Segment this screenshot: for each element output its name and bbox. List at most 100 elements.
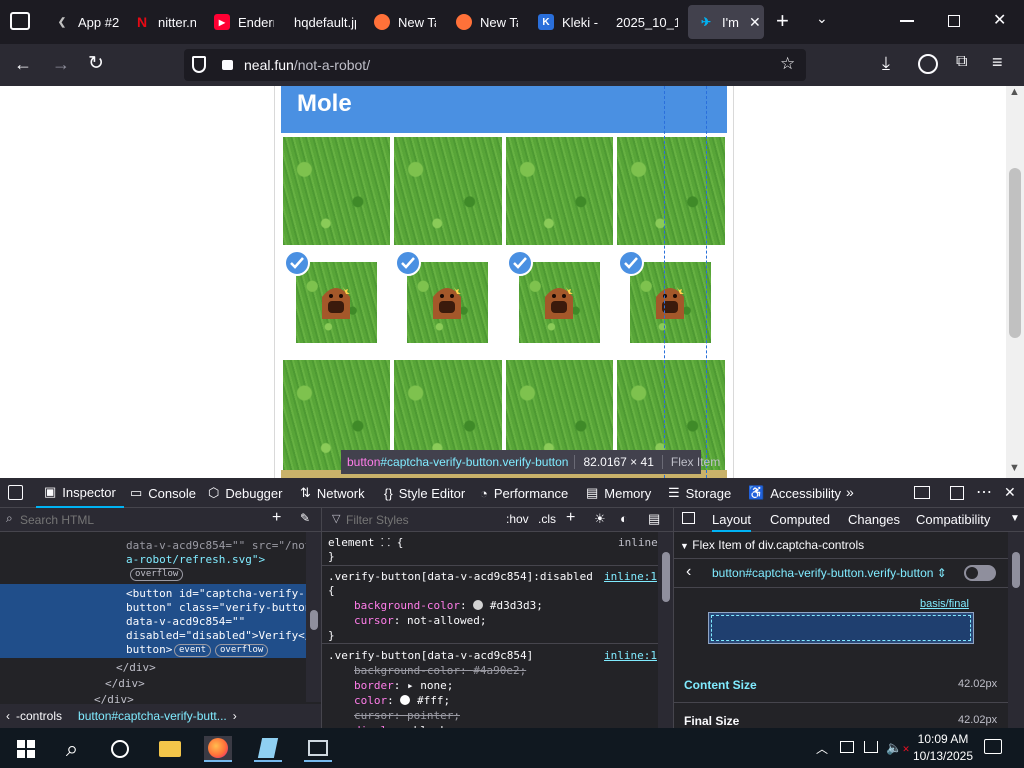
color-swatch-icon[interactable]	[473, 600, 484, 610]
add-node-icon[interactable]: +	[272, 509, 281, 527]
sidebar-scrollbar[interactable]	[1008, 532, 1024, 728]
downloads-icon[interactable]: ⤓	[882, 53, 890, 74]
markup-line[interactable]: data-v-acd9c854=""	[126, 615, 245, 629]
app-taskbar-icon[interactable]	[254, 736, 282, 762]
network-tray-icon[interactable]	[864, 741, 878, 753]
color-swatch-icon[interactable]	[400, 695, 411, 705]
file-explorer-icon[interactable]	[156, 736, 184, 762]
reload-icon[interactable]: ↻	[88, 52, 104, 75]
url-bar[interactable]: neal.fun/not-a-robot/ ☆	[184, 49, 806, 81]
bookmark-star-icon[interactable]: ☆	[780, 54, 795, 74]
close-window-button[interactable]: ✕	[993, 10, 1006, 30]
tab-item[interactable]: New Ta	[370, 5, 436, 39]
markup-line[interactable]: </div>	[116, 661, 156, 675]
scrollbar-thumb[interactable]	[662, 552, 670, 602]
element-picker-icon[interactable]	[8, 485, 23, 500]
flex-selector[interactable]: button#captcha-verify-button.verify-butt…	[712, 566, 947, 580]
tray-chevron-icon[interactable]: ︿	[816, 740, 828, 757]
sidebar-overflow-chevron-icon[interactable]: ▼	[1010, 513, 1020, 524]
tab-item[interactable]: N nitter.n	[130, 5, 196, 39]
clock[interactable]: 10:09 AM 10/13/2025	[910, 731, 976, 765]
captcha-tile[interactable]	[283, 137, 390, 245]
markup-line[interactable]: data-v-acd9c854="" src="/not-	[126, 539, 318, 553]
extensions-icon[interactable]: ⧉	[956, 53, 967, 71]
scrollbar-thumb[interactable]	[1009, 168, 1021, 338]
dock-side-icon[interactable]	[950, 486, 964, 500]
hov-button[interactable]: :hov	[506, 512, 529, 526]
scrollbar-thumb[interactable]	[310, 610, 318, 630]
badge-overflow[interactable]: overflow	[215, 644, 269, 657]
add-rule-icon[interactable]: +	[566, 509, 575, 527]
breadcrumb-item[interactable]: button#captcha-verify-butt...	[78, 709, 227, 723]
markup-scrollbar[interactable]	[306, 532, 321, 702]
back-arrow-icon[interactable]: ←	[14, 54, 32, 75]
tab-list-chevron-icon[interactable]: ⌄	[816, 10, 828, 27]
tab-memory[interactable]: ▤ Memory	[586, 478, 651, 508]
tab-changes[interactable]: Changes	[848, 512, 900, 527]
rule-selector[interactable]: element	[328, 536, 374, 549]
declaration[interactable]: cursor: not-allowed;	[354, 613, 486, 628]
tab-inspector[interactable]: ▣ Inspector	[36, 478, 124, 508]
markup-line[interactable]: <button id="captcha-verify-	[126, 587, 305, 601]
lock-icon[interactable]	[222, 60, 233, 70]
search-icon[interactable]: ⌕	[58, 736, 86, 762]
rule-source[interactable]: inline:1	[604, 569, 657, 584]
declaration-overridden[interactable]: cursor: pointer;	[354, 708, 460, 723]
page-scrollbar[interactable]: ▲ ▼	[1006, 86, 1024, 478]
firefox-view-icon[interactable]	[10, 12, 30, 30]
tracking-shield-icon[interactable]	[192, 56, 206, 73]
declaration[interactable]: border: ▸ none;	[354, 678, 453, 693]
scroll-down-arrow-icon[interactable]: ▼	[1009, 462, 1020, 474]
badge-overflow[interactable]: overflow	[130, 568, 184, 581]
tab-console[interactable]: ▭ Console	[130, 478, 196, 508]
eyedropper-icon[interactable]: ✎	[300, 511, 310, 525]
badge-event[interactable]: event	[174, 644, 212, 657]
rule-source[interactable]: inline:1	[604, 648, 657, 663]
maximize-button[interactable]	[948, 15, 960, 27]
responsive-design-icon[interactable]	[914, 486, 930, 499]
menu-icon[interactable]: ≡	[992, 52, 1003, 73]
markup-line[interactable]: button" class="verify-button"	[126, 601, 318, 615]
breadcrumb-back-icon[interactable]: ‹	[0, 709, 16, 723]
tab-layout[interactable]: Layout	[712, 512, 752, 532]
tab-item[interactable]: New Ta	[452, 5, 518, 39]
tab-storage[interactable]: ☰ Storage	[668, 478, 731, 508]
tab-item[interactable]: 2025_10_1	[612, 5, 678, 39]
notifications-icon[interactable]	[984, 739, 1002, 754]
task-view-icon[interactable]	[106, 736, 134, 762]
tab-compatibility[interactable]: Compatibility	[916, 512, 990, 527]
app-taskbar-icon[interactable]	[304, 736, 332, 762]
firefox-taskbar-icon[interactable]	[204, 736, 232, 762]
windows-start-icon[interactable]	[12, 736, 40, 762]
volume-muted-icon[interactable]: 🔈✕	[886, 740, 910, 756]
tab-network[interactable]: ⇅ Network	[300, 478, 365, 508]
rule-selector[interactable]: .verify-button[data-v-acd9c854]	[328, 648, 533, 663]
tab-accessibility[interactable]: ♿ Accessibility	[748, 478, 841, 508]
new-tab-button[interactable]: +	[776, 10, 789, 32]
light-theme-icon[interactable]: ☀	[594, 511, 606, 527]
minimize-button[interactable]	[900, 20, 914, 22]
tab-item[interactable]: ❮ App #2	[50, 5, 120, 39]
rule-selector[interactable]: .verify-button[data-v-acd9c854]:disabled	[328, 569, 593, 584]
cls-button[interactable]: .cls	[538, 512, 556, 526]
rules-scrollbar[interactable]	[658, 532, 673, 728]
flex-item-header[interactable]: ▼ Flex Item of div.captcha-controls	[680, 538, 864, 552]
tab-item[interactable]: K Kleki -	[534, 5, 600, 39]
forward-arrow-icon[interactable]: →	[52, 54, 70, 75]
meet-now-icon[interactable]	[840, 741, 854, 753]
account-icon[interactable]	[918, 54, 938, 74]
scrollbar-thumb[interactable]	[1012, 552, 1020, 588]
markup-line[interactable]: button>	[126, 643, 172, 657]
tab-item[interactable]: ▶ Endern	[210, 5, 274, 39]
tab-performance[interactable]: ◔ Performance	[480, 478, 568, 508]
tab-style-editor[interactable]: {} Style Editor	[384, 478, 465, 508]
close-devtools-icon[interactable]: ✕	[1004, 484, 1016, 501]
markup-line[interactable]: a-robot/refresh.svg">	[126, 553, 265, 567]
declaration[interactable]: background-color: #d3d3d3;	[354, 598, 543, 613]
more-tabs-chevron-icon[interactable]: »	[846, 484, 854, 500]
breadcrumb-forward-icon[interactable]: ›	[227, 709, 243, 723]
toggle-sidebar-icon[interactable]	[682, 512, 695, 524]
html-search-input[interactable]	[20, 511, 260, 529]
tab-item[interactable]: hqdefault.jp	[290, 5, 356, 39]
breadcrumb-item[interactable]: -controls	[16, 709, 78, 723]
